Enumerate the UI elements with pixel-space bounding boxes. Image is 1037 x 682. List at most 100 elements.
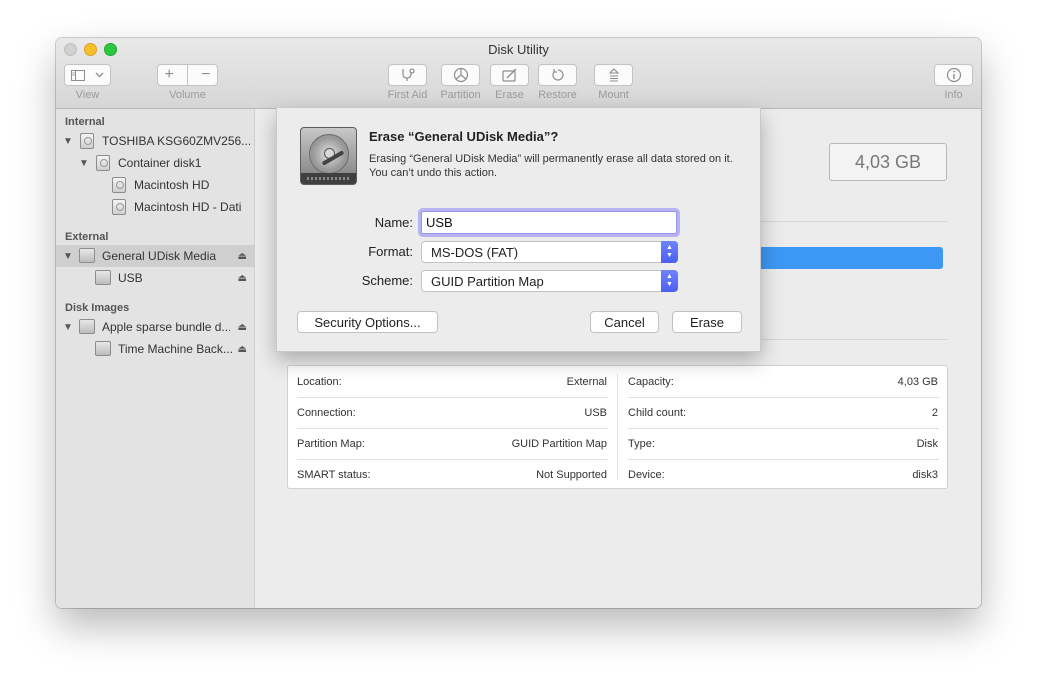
format-select[interactable]: MS-DOS (FAT) ▲ ▼ [421, 241, 678, 263]
sidebar-view-icon [71, 69, 85, 81]
row-divider [628, 459, 939, 460]
cancel-button[interactable]: Cancel [590, 311, 659, 333]
restore-button[interactable] [538, 64, 577, 86]
eject-icon[interactable]: ⏏ [238, 344, 247, 355]
view-button[interactable] [64, 64, 111, 86]
partition-button[interactable] [441, 64, 480, 86]
erase-dialog: Erase “General UDisk Media”? Erasing “Ge… [276, 108, 761, 352]
partition-map-value: GUID Partition Map [511, 438, 607, 450]
info-label: Info [944, 89, 963, 101]
hard-drive-icon [300, 127, 357, 185]
child-count-label: Child count: [628, 407, 687, 419]
format-select-value: MS-DOS (FAT) [431, 245, 519, 260]
stethoscope-icon [401, 68, 415, 81]
info-icon [946, 67, 961, 83]
device-value: disk3 [912, 469, 938, 481]
mount-label: Mount [598, 89, 629, 101]
sidebar-item-label: General UDisk Media [102, 249, 217, 263]
eject-icon[interactable]: ⏏ [238, 322, 247, 333]
sidebar-item-usb[interactable]: USB ⏏ [56, 267, 254, 289]
erase-button[interactable]: Erase [672, 311, 742, 333]
eject-icon[interactable]: ⏏ [238, 273, 247, 284]
connection-label: Connection: [297, 407, 356, 419]
type-label: Type: [628, 438, 655, 450]
first-aid-button[interactable] [388, 64, 427, 86]
scheme-label: Scheme: [361, 273, 413, 288]
mount-button[interactable] [594, 64, 633, 86]
sidebar-item-container-disk1[interactable]: ▼ Container disk1 [56, 152, 254, 174]
restore-arrow-icon [551, 69, 564, 81]
partition-map-label: Partition Map: [297, 438, 365, 450]
sidebar: Internal ▼ TOSHIBA KSG60ZMV256... ▼ Cont… [56, 109, 255, 608]
row-divider [628, 397, 939, 398]
volume-disk-icon [95, 341, 111, 356]
volume-disk-icon [112, 177, 126, 193]
dialog-message: Erasing “General UDisk Media” will perma… [369, 153, 733, 179]
row-divider [628, 428, 939, 429]
sidebar-item-label: Container disk1 [118, 156, 202, 170]
eject-icon[interactable]: ⏏ [238, 251, 247, 262]
remove-volume-button[interactable]: − [201, 66, 210, 84]
capacity-value: 4,03 GB [897, 376, 938, 388]
pie-partition-icon [453, 67, 468, 83]
sidebar-item-label: TOSHIBA KSG60ZMV256... [102, 134, 250, 148]
divider [759, 339, 948, 340]
first-aid-label: First Aid [387, 89, 428, 101]
volume-divider [186, 65, 188, 85]
sidebar-header-external: External [65, 231, 109, 243]
sidebar-item-label: USB [118, 271, 143, 285]
titlebar: Disk Utility View + − Volume First Aid P… [56, 38, 981, 109]
sidebar-item-time-machine[interactable]: Time Machine Back... ⏏ [56, 338, 254, 360]
window-title: Disk Utility [488, 42, 549, 57]
info-button[interactable] [934, 64, 973, 86]
select-stepper-icon: ▲ ▼ [661, 241, 678, 263]
location-label: Location: [297, 376, 342, 388]
name-input[interactable] [421, 211, 677, 234]
row-divider [297, 428, 608, 429]
dialog-title: Erase “General UDisk Media”? [369, 129, 559, 144]
disclosure-triangle-icon[interactable]: ▼ [63, 322, 73, 333]
add-volume-button[interactable]: + [165, 66, 174, 84]
capacity-display: 4,03 GB [829, 143, 947, 181]
sidebar-header-disk-images: Disk Images [65, 302, 130, 314]
capacity-label: Capacity: [628, 376, 674, 388]
name-label: Name: [374, 215, 413, 230]
sidebar-item-label: Time Machine Back... [118, 342, 232, 356]
external-disk-icon [79, 248, 95, 263]
mount-icon [608, 68, 619, 82]
volume-button-group: + − [157, 64, 218, 86]
format-label: Format: [368, 244, 413, 259]
disclosure-triangle-icon[interactable]: ▼ [63, 251, 73, 262]
erase-disk-icon [501, 68, 516, 82]
sidebar-item-toshiba[interactable]: ▼ TOSHIBA KSG60ZMV256... [56, 130, 254, 152]
smart-status-label: SMART status: [297, 469, 371, 481]
type-value: Disk [916, 438, 938, 450]
sidebar-item-general-udisk-media[interactable]: ▼ General UDisk Media ⏏ [56, 245, 254, 267]
sidebar-item-macintosh-hd-dati[interactable]: Macintosh HD - Dati [56, 196, 254, 218]
disclosure-triangle-icon[interactable]: ▼ [79, 158, 89, 169]
disclosure-triangle-icon[interactable]: ▼ [63, 136, 73, 147]
sidebar-item-macintosh-hd[interactable]: Macintosh HD [56, 174, 254, 196]
column-divider [617, 374, 618, 480]
internal-disk-icon [80, 133, 94, 149]
erase-toolbar-button[interactable] [490, 64, 529, 86]
smart-status-value: Not Supported [536, 469, 607, 481]
scheme-select-value: GUID Partition Map [431, 274, 544, 289]
volume-disk-icon [95, 270, 111, 285]
sidebar-item-label: Macintosh HD [134, 178, 210, 192]
disk-image-icon [79, 319, 95, 334]
scheme-select[interactable]: GUID Partition Map ▲ ▼ [421, 270, 678, 292]
connection-value: USB [584, 407, 607, 419]
child-count-value: 2 [931, 407, 938, 419]
usage-bar [759, 247, 943, 269]
erase-label: Erase [495, 89, 524, 101]
sidebar-item-label: Macintosh HD - Dati [134, 200, 242, 214]
container-disk-icon [96, 155, 110, 171]
volume-disk-icon [112, 199, 126, 215]
row-divider [297, 459, 608, 460]
security-options-button[interactable]: Security Options... [297, 311, 438, 333]
sidebar-item-apple-sparse-bundle[interactable]: ▼ Apple sparse bundle d... ⏏ [56, 316, 254, 338]
row-divider [297, 397, 608, 398]
divider [759, 221, 948, 222]
restore-label: Restore [538, 89, 577, 101]
